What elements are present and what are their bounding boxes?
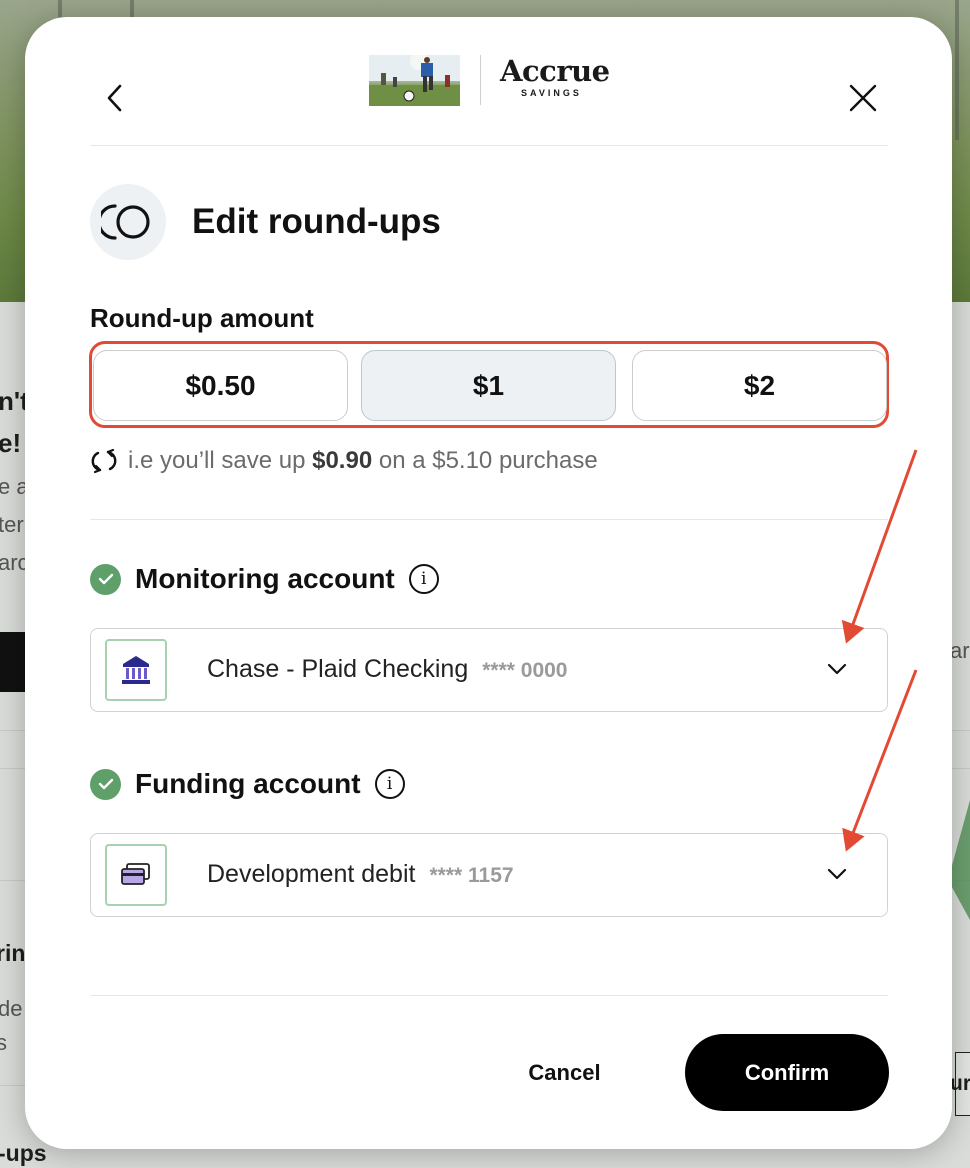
monitoring-account-name: Chase - Plaid Checking bbox=[207, 655, 469, 683]
background-text: s bbox=[0, 1030, 7, 1055]
round-up-icon bbox=[101, 204, 150, 240]
funding-account-name: Development debit bbox=[207, 860, 416, 888]
footer-divider bbox=[90, 995, 888, 996]
background-text: ter bbox=[0, 512, 24, 537]
back-button[interactable] bbox=[91, 74, 139, 122]
background-text: ur bbox=[950, 1072, 970, 1095]
refresh-icon bbox=[91, 448, 117, 474]
info-icon[interactable]: i bbox=[408, 564, 439, 594]
roundup-option-1[interactable]: $1 bbox=[361, 350, 616, 421]
round-up-icon-badge bbox=[90, 184, 166, 260]
background-text: de bbox=[0, 996, 23, 1021]
funding-account-header: Funding account i bbox=[90, 768, 405, 800]
brand-logo: Accrue bbox=[500, 54, 610, 88]
monitoring-account-header: Monitoring account i bbox=[90, 563, 439, 595]
hint-prefix: i.e you’ll save up bbox=[128, 447, 306, 474]
brand-separator bbox=[480, 55, 481, 105]
chevron-down-icon bbox=[827, 868, 847, 880]
edit-roundups-modal: Accrue SAVINGS Edit round-ups Round-up a… bbox=[25, 17, 952, 1149]
roundup-option-050[interactable]: $0.50 bbox=[93, 350, 348, 421]
fence-post bbox=[955, 0, 959, 140]
header-divider bbox=[90, 145, 888, 146]
funding-account-mask: **** 1157 bbox=[429, 864, 514, 887]
close-icon bbox=[849, 84, 877, 112]
info-icon[interactable]: i bbox=[374, 769, 405, 799]
monitoring-account-select[interactable]: Chase - Plaid Checking **** 0000 bbox=[90, 628, 888, 712]
monitoring-account-label: Monitoring account bbox=[135, 563, 395, 594]
funding-account-select[interactable]: Development debit **** 1157 bbox=[90, 833, 888, 917]
roundup-hint: i.e you’ll save up $0.90 on a $5.10 purc… bbox=[90, 447, 598, 475]
background-text: e! bbox=[0, 428, 22, 458]
close-button[interactable] bbox=[839, 74, 887, 122]
card-icon bbox=[105, 844, 167, 906]
background-text: -ups bbox=[0, 1140, 47, 1166]
brand-photo bbox=[369, 55, 460, 106]
brand-logo-subtitle: SAVINGS bbox=[521, 88, 582, 98]
check-icon bbox=[90, 563, 121, 595]
chevron-down-icon bbox=[827, 663, 847, 675]
background-text: ar bbox=[950, 638, 970, 663]
bank-icon bbox=[105, 639, 167, 701]
chevron-left-icon bbox=[107, 84, 122, 112]
monitoring-account-mask: **** 0000 bbox=[482, 659, 568, 682]
modal-title: Edit round-ups bbox=[192, 202, 441, 241]
hint-suffix: on a $5.10 purchase bbox=[378, 447, 598, 474]
roundup-amount-label: Round-up amount bbox=[90, 303, 314, 333]
cancel-button[interactable]: Cancel bbox=[507, 1053, 622, 1093]
hint-amount: $0.90 bbox=[312, 447, 373, 474]
section-divider bbox=[90, 519, 888, 520]
check-icon bbox=[90, 768, 121, 800]
background-button bbox=[0, 632, 26, 692]
funding-account-label: Funding account bbox=[135, 768, 361, 799]
confirm-button[interactable]: Confirm bbox=[685, 1034, 889, 1111]
roundup-option-2[interactable]: $2 bbox=[632, 350, 887, 421]
